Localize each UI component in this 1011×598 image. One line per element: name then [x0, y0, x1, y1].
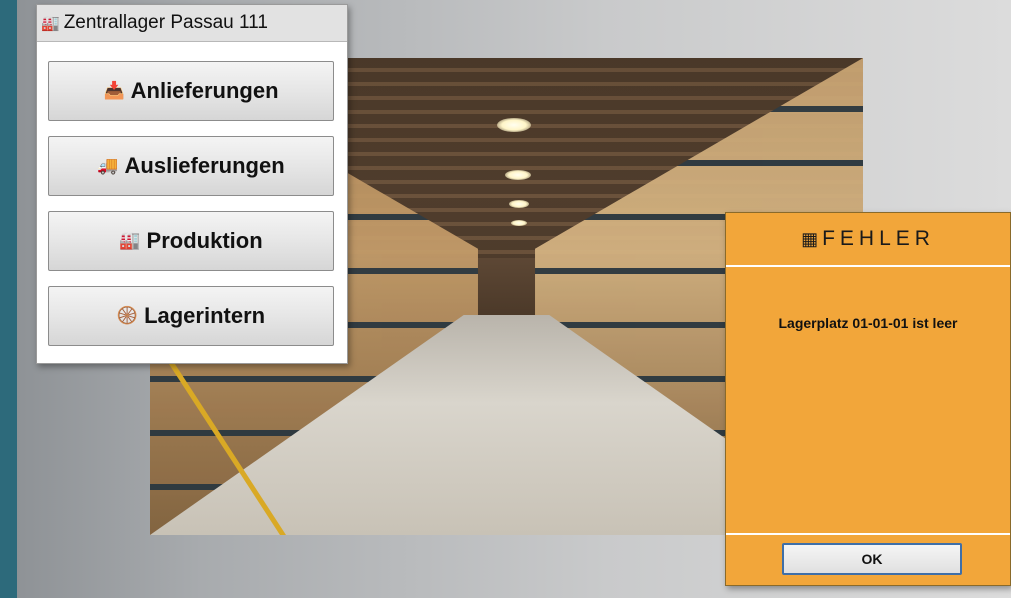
anlieferungen-button[interactable]: 📥 Anlieferungen [48, 61, 334, 121]
auslieferungen-button[interactable]: 🚚 Auslieferungen [48, 136, 334, 196]
ok-button[interactable]: OK [782, 543, 962, 575]
photo-ceiling-light [509, 200, 529, 208]
photo-ceiling-light [497, 118, 531, 132]
produktion-label: Produktion [146, 228, 263, 253]
left-accent-strip [0, 0, 17, 598]
produktion-button[interactable]: 🏭 Produktion [48, 211, 334, 271]
inbound-delivery-icon: 📥 [103, 81, 125, 100]
error-dialog-title: FEHLER [822, 227, 935, 250]
outbound-delivery-icon: 🚚 [97, 156, 119, 175]
main-menu-panel: 🏭 Zentrallager Passau 111 📥 Anlieferunge… [36, 4, 348, 364]
menu-title: Zentrallager Passau 111 [63, 12, 268, 33]
warehouse-icon: 🏭 [41, 15, 60, 32]
lagerintern-button[interactable]: 🛞 Lagerintern [48, 286, 334, 346]
error-dialog: ▦ FEHLER Lagerplatz 01-01-01 ist leer OK [725, 212, 1011, 586]
ok-button-label: OK [861, 551, 883, 567]
forklift-icon: 🛞 [116, 306, 139, 325]
error-message: Lagerplatz 01-01-01 ist leer [778, 315, 958, 331]
anlieferungen-label: Anlieferungen [130, 78, 279, 103]
grid-icon: ▦ [801, 228, 819, 249]
lagerintern-label: Lagerintern [144, 303, 266, 328]
error-dialog-footer: OK [726, 533, 1010, 585]
error-dialog-header: ▦ FEHLER [726, 213, 1010, 267]
menu-title-bar: 🏭 Zentrallager Passau 111 [37, 5, 347, 42]
photo-ceiling-light [511, 220, 527, 226]
production-icon: 🏭 [119, 231, 141, 250]
photo-ceiling-light [505, 170, 531, 180]
auslieferungen-label: Auslieferungen [124, 153, 285, 178]
